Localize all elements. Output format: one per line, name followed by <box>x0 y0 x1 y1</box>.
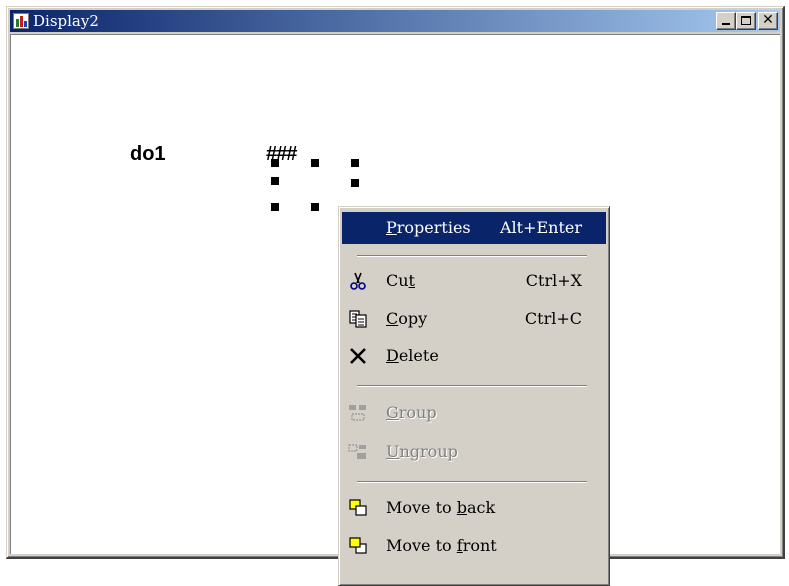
copy-icon <box>349 310 367 328</box>
menu-separator <box>357 255 587 257</box>
ungroup-icon <box>348 444 366 459</box>
menu-item-label: Copy <box>386 309 428 328</box>
close-icon: ✕ <box>762 12 774 28</box>
close-button[interactable]: ✕ <box>758 12 778 30</box>
minimize-icon <box>722 23 730 25</box>
maximize-icon <box>741 16 751 25</box>
selection-handle[interactable] <box>271 203 279 211</box>
selection-handle[interactable] <box>311 203 319 211</box>
selection-handle[interactable] <box>311 159 319 167</box>
menu-item-label: Group <box>386 403 437 422</box>
menu-item-move-to-front[interactable]: Move to front <box>342 530 606 562</box>
menu-item-delete[interactable]: Delete <box>342 340 606 372</box>
maximize-button[interactable] <box>736 12 756 30</box>
menu-separator <box>357 481 587 483</box>
window-title: Display2 <box>33 12 99 30</box>
app-icon[interactable] <box>13 13 29 29</box>
selection-handle[interactable] <box>351 179 359 187</box>
menu-item-cut[interactable]: Cut Ctrl+X <box>342 265 606 297</box>
selection-handle[interactable] <box>271 159 279 167</box>
menu-item-label: Move to back <box>386 498 496 517</box>
menu-item-label: Ungroup <box>386 442 458 461</box>
menu-item-shortcut: Ctrl+X <box>525 271 582 290</box>
menu-item-label: Cut <box>386 271 415 290</box>
menu-item-label: Delete <box>386 346 439 365</box>
do1-label[interactable]: do1 <box>130 143 166 166</box>
menu-item-copy[interactable]: Copy Ctrl+C <box>342 303 606 335</box>
selection-handle[interactable] <box>271 177 279 185</box>
menu-item-shortcut: Alt+Enter <box>499 218 582 237</box>
move-to-back-icon <box>349 499 367 516</box>
context-menu: Properties Alt+Enter Cut Ctrl+X Copy Ctr… <box>338 206 610 586</box>
menu-item-shortcut: Ctrl+C <box>524 309 582 328</box>
menu-item-move-to-back[interactable]: Move to back <box>342 492 606 524</box>
menu-item-label: Properties <box>386 218 471 237</box>
move-to-front-icon <box>349 537 367 554</box>
minimize-button[interactable] <box>716 12 736 30</box>
selection-handle[interactable] <box>351 159 359 167</box>
scissors-icon <box>350 272 366 290</box>
menu-item-label: Move to front <box>386 536 497 555</box>
menu-separator <box>357 385 587 387</box>
menu-item-group[interactable]: Group <box>342 397 606 429</box>
delete-x-icon <box>350 348 366 364</box>
title-bar[interactable]: Display2 ✕ <box>10 10 780 32</box>
group-icon <box>349 405 366 421</box>
menu-item-ungroup[interactable]: Ungroup <box>342 436 606 468</box>
menu-item-properties[interactable]: Properties Alt+Enter <box>342 212 606 244</box>
